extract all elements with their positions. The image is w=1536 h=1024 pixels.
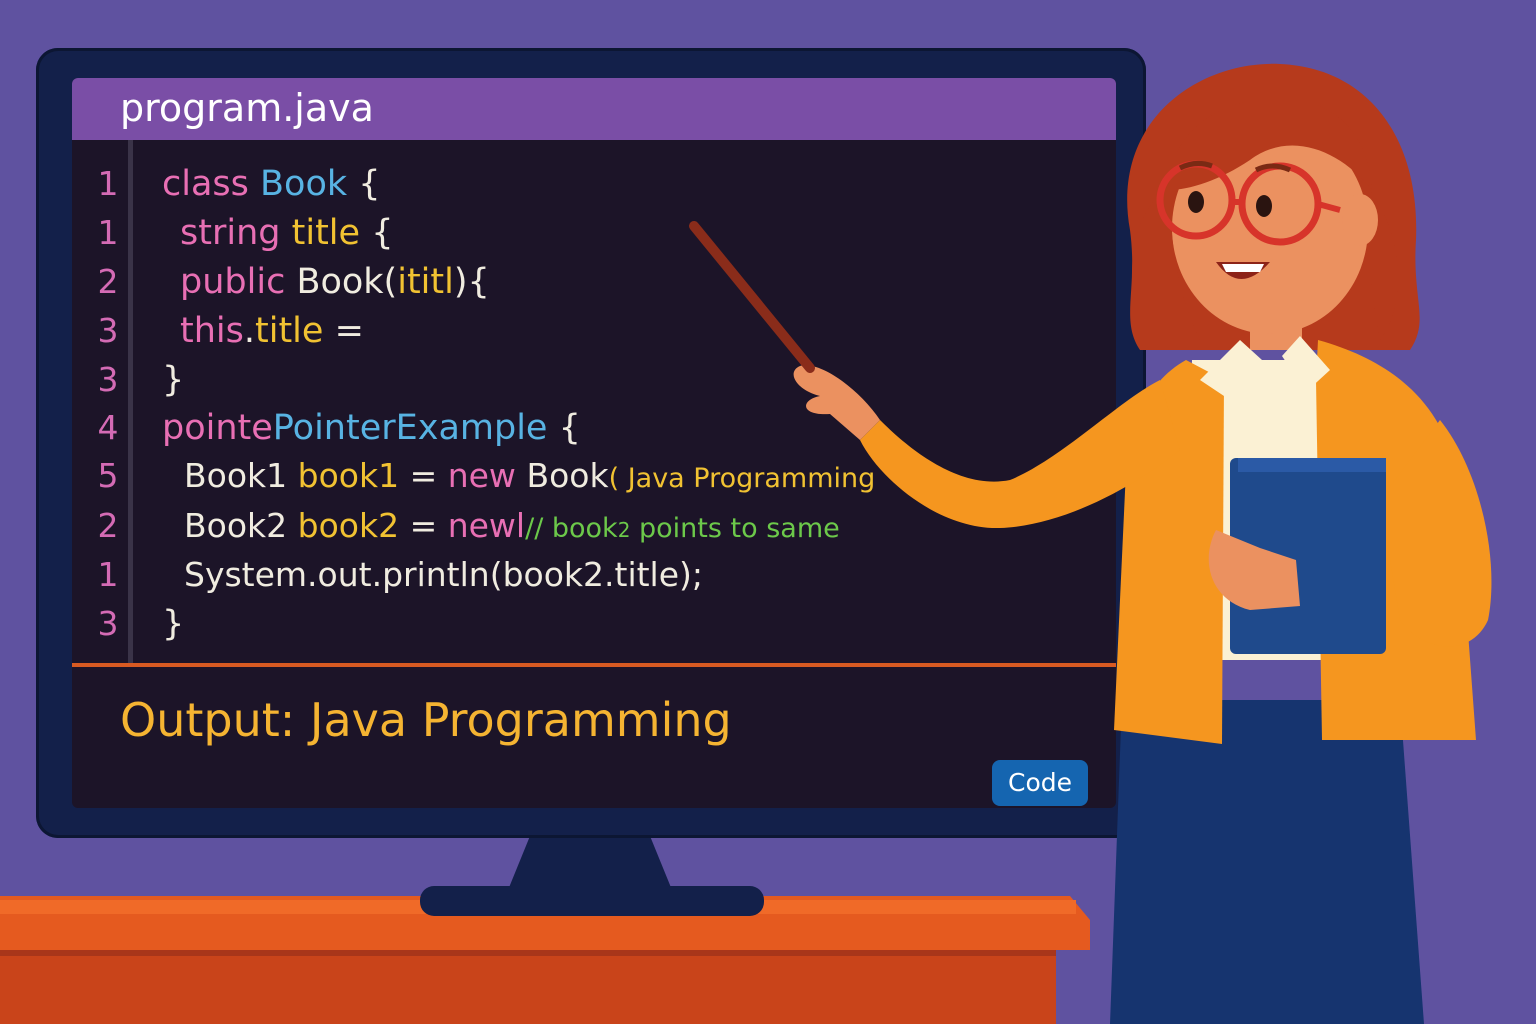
teacher-illustration [689,63,1492,1024]
classroom-scene: program.java 1 1 2 3 3 4 5 2 1 3 class B… [0,0,1536,1024]
